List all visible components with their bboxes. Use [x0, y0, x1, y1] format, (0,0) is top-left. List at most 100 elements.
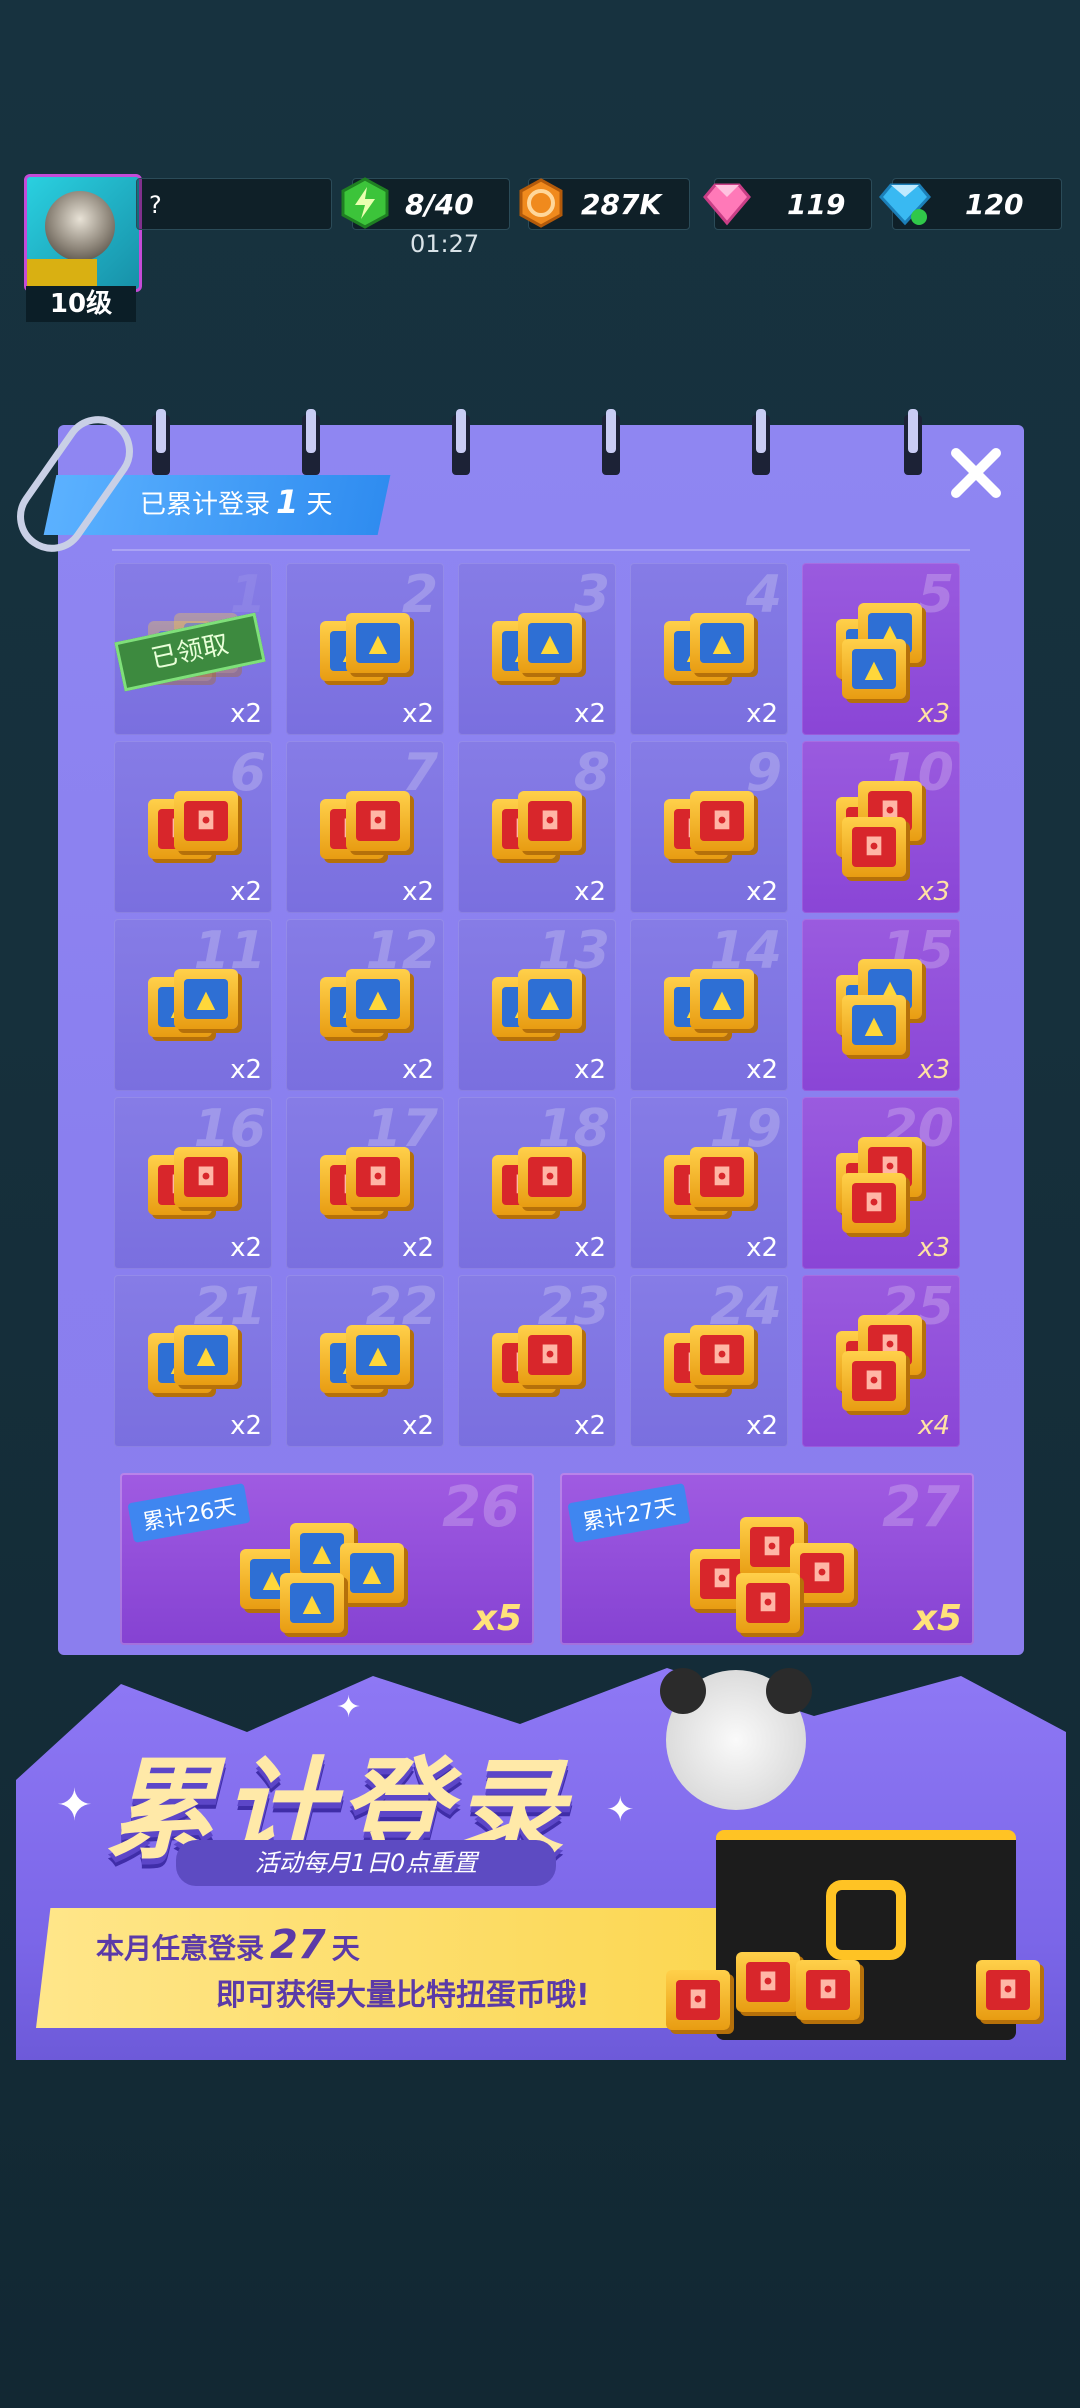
energy-value: 8/40	[405, 188, 474, 221]
reward-quantity: x3	[918, 877, 950, 907]
cumulative-tag: 累计27天	[567, 1483, 691, 1543]
promo-line-1: 本月任意登录 27 天	[96, 1922, 360, 1968]
blue-capsule-icon: ▲	[690, 613, 754, 673]
reward-quantity: x4	[918, 1411, 950, 1441]
reward-cell-day-19[interactable]: 19◘◘x2	[630, 1097, 788, 1269]
close-icon[interactable]	[946, 443, 1006, 503]
reward-cell-day-18[interactable]: 18◘◘x2	[458, 1097, 616, 1269]
energy-timer: 01:27	[410, 230, 480, 258]
binder-ring	[904, 409, 922, 475]
reward-cell-day-15[interactable]: 15▲▲▲x3	[802, 919, 960, 1091]
player-name: ?	[136, 178, 332, 230]
reward-quantity: x2	[230, 1411, 262, 1441]
red-capsule-icon: ◘	[666, 1970, 730, 2030]
sparkle-icon: ✦	[606, 1790, 635, 1830]
reward-quantity: x2	[574, 877, 606, 907]
panda-ear	[660, 1668, 706, 1714]
reward-cell-day-4[interactable]: 4▲▲x2	[630, 563, 788, 735]
binder-ring	[302, 409, 320, 475]
pink-gem-value: 119	[787, 188, 846, 221]
reward-cell-day-20[interactable]: 20◘◘◘x3	[802, 1097, 960, 1269]
chest-lock	[826, 1880, 906, 1960]
reward-cell-day-17[interactable]: 17◘◘x2	[286, 1097, 444, 1269]
red-capsule-icon: ◘	[174, 791, 238, 851]
reward-cell-day-14[interactable]: 14▲▲x2	[630, 919, 788, 1091]
reward-cell-day-6[interactable]: 6◘◘x2	[114, 741, 272, 913]
sparkle-icon: ✦	[56, 1780, 93, 1831]
coin-icon	[519, 178, 563, 228]
reward-cell-day-7[interactable]: 7◘◘x2	[286, 741, 444, 913]
reward-quantity: x2	[230, 1233, 262, 1263]
diamond-counter[interactable]: 120	[879, 178, 1062, 230]
binder-ring	[602, 409, 620, 475]
reward-quantity: x5	[913, 1598, 962, 1639]
reward-cell-day-12[interactable]: 12▲▲x2	[286, 919, 444, 1091]
reward-cell-day-11[interactable]: 11▲▲x2	[114, 919, 272, 1091]
reward-quantity: x3	[918, 699, 950, 729]
blue-capsule-icon: ▲	[842, 995, 906, 1055]
cumulative-tag: 累计26天	[127, 1483, 251, 1543]
coin-counter[interactable]: 287K	[519, 178, 690, 230]
binder-ring	[752, 409, 770, 475]
reward-cell-day-9[interactable]: 9◘◘x2	[630, 741, 788, 913]
blue-capsule-icon: ▲	[842, 639, 906, 699]
red-capsule-icon: ◘	[690, 1147, 754, 1207]
reward-quantity: x2	[402, 1055, 434, 1085]
blue-capsule-icon: ▲	[346, 613, 410, 673]
energy-counter[interactable]: 8/40	[341, 177, 510, 230]
reward-cell-day-16[interactable]: 16◘◘x2	[114, 1097, 272, 1269]
reward-cell-day-3[interactable]: 3▲▲x2	[458, 563, 616, 735]
blue-capsule-icon: ▲	[346, 1325, 410, 1385]
reward-quantity: x2	[230, 1055, 262, 1085]
reward-cell-day-5[interactable]: 5▲▲▲x3	[802, 563, 960, 735]
promo-banner: ✦ ✦ ✦ 累计登录 活动每月1日0点重置 本月任意登录 27 天 即可获得大量比特…	[16, 1660, 1066, 2060]
red-capsule-icon: ◘	[518, 791, 582, 851]
player-avatar[interactable]	[24, 174, 142, 292]
blue-capsule-icon: ▲	[346, 969, 410, 1029]
reset-note: 活动每月1日0点重置	[176, 1840, 556, 1886]
coin-value: 287K	[581, 188, 662, 221]
reward-cell-day-24[interactable]: 24◘◘x2	[630, 1275, 788, 1447]
reward-cell-day-27[interactable]: 27 累计27天 ◘ ◘ ◘ ◘ x5	[560, 1473, 974, 1645]
blue-capsule-icon: ▲	[280, 1573, 344, 1633]
login-count-days: 1	[276, 483, 299, 521]
login-count-text: 已累计登录 1 天	[140, 483, 333, 521]
panda-ear	[766, 1668, 812, 1714]
reward-quantity: x2	[402, 1411, 434, 1441]
reward-cell-day-2[interactable]: 2▲▲x2	[286, 563, 444, 735]
reward-cell-day-8[interactable]: 8◘◘x2	[458, 741, 616, 913]
reward-quantity: x2	[746, 699, 778, 729]
reward-quantity: x2	[574, 1055, 606, 1085]
reward-quantity: x2	[746, 1411, 778, 1441]
reward-cell-day-23[interactable]: 23◘◘x2	[458, 1275, 616, 1447]
reward-cell-day-21[interactable]: 21▲▲x2	[114, 1275, 272, 1447]
reward-cell-day-26[interactable]: 26 累计26天 ▲ ▲ ▲ ▲ x5	[120, 1473, 534, 1645]
reward-cell-day-22[interactable]: 22▲▲x2	[286, 1275, 444, 1447]
promo-line-1-prefix: 本月任意登录	[96, 1932, 265, 1965]
reward-cell-day-10[interactable]: 10◘◘◘x3	[802, 741, 960, 913]
diamond-plus-icon	[879, 183, 931, 226]
reward-cell-day-1[interactable]: 1▲▲已领取x2	[114, 563, 272, 735]
red-capsule-icon: ◘	[346, 791, 410, 851]
avatar-face	[45, 191, 115, 261]
panda-mascot-icon	[660, 1668, 812, 1810]
promo-line-2: 即可获得大量比特扭蛋币哦!	[216, 1978, 590, 2013]
binder-ring	[152, 409, 170, 475]
reward-quantity: x2	[746, 1055, 778, 1085]
reward-quantity: x2	[230, 877, 262, 907]
player-level: 10级	[26, 286, 136, 322]
reward-quantity: x2	[574, 1411, 606, 1441]
red-capsule-icon: ◘	[690, 1325, 754, 1385]
reward-cell-day-13[interactable]: 13▲▲x2	[458, 919, 616, 1091]
pink-gem-counter[interactable]: 119	[703, 178, 872, 230]
login-count-prefix: 已累计登录	[140, 490, 271, 520]
pink-gem-icon	[703, 183, 751, 226]
red-capsule-icon: ◘	[842, 1351, 906, 1411]
red-capsule-icon: ◘	[842, 1173, 906, 1233]
diamond-value: 120	[965, 188, 1024, 221]
red-capsule-icon: ◘	[346, 1147, 410, 1207]
reward-quantity: x2	[402, 699, 434, 729]
blue-capsule-icon: ▲	[174, 969, 238, 1029]
reward-quantity: x3	[918, 1055, 950, 1085]
reward-cell-day-25[interactable]: 25◘◘◘x4	[802, 1275, 960, 1447]
